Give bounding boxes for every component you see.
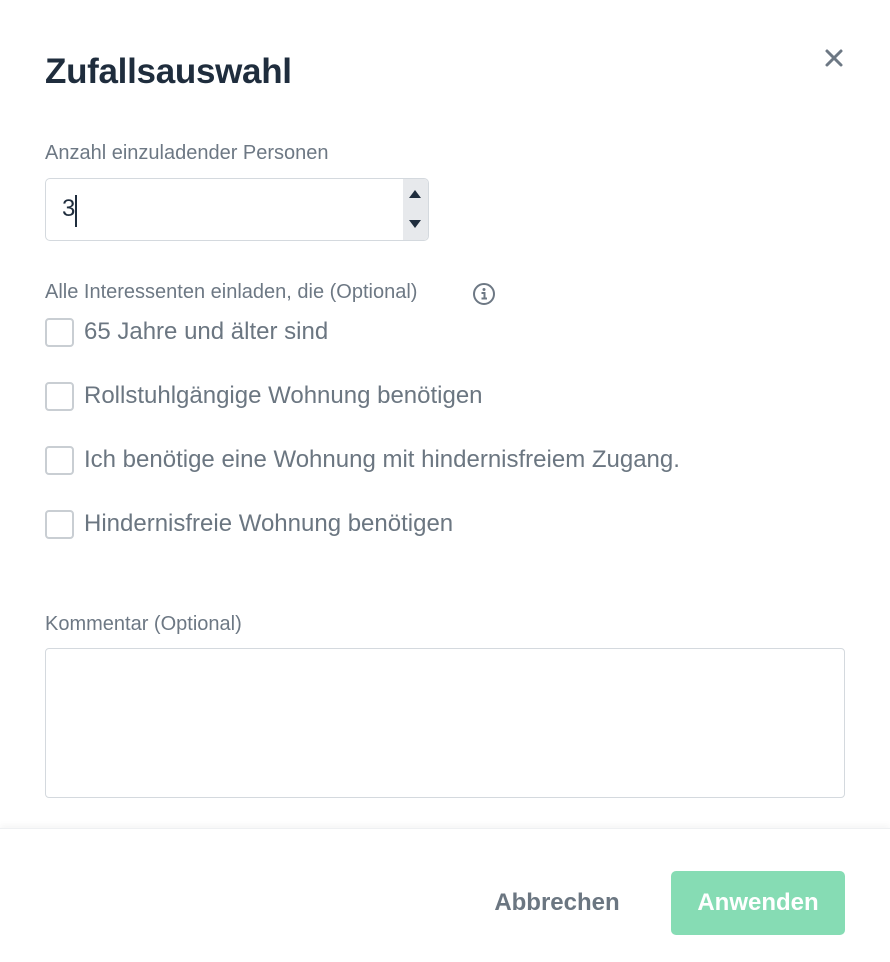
count-value: 3: [62, 195, 76, 222]
checkbox-box[interactable]: [45, 446, 74, 475]
text-cursor: [75, 195, 77, 227]
checkbox-label: Hindernisfreie Wohnung benötigen: [84, 510, 454, 537]
count-stepper[interactable]: [403, 179, 428, 240]
comment-label: Kommentar (Optional): [45, 613, 242, 635]
checkbox-age-65[interactable]: 65 Jahre und älter sind: [45, 318, 365, 348]
checkbox-wheelchair[interactable]: Rollstuhlgängige Wohnung benötigen: [45, 382, 515, 412]
apply-button[interactable]: Anwenden: [671, 871, 845, 935]
checkbox-barrier-free-apartment[interactable]: Hindernisfreie Wohnung benötigen: [45, 510, 495, 540]
decrement-arrow-icon[interactable]: [408, 219, 422, 229]
dialog-title: Zufallsauswahl: [45, 52, 292, 91]
comment-textarea[interactable]: [45, 648, 845, 798]
checkbox-barrier-free-access[interactable]: Ich benötige eine Wohnung mit hindernisf…: [45, 446, 725, 476]
increment-arrow-icon[interactable]: [408, 189, 422, 199]
close-icon: [825, 49, 843, 67]
criteria-label: Alle Interessenten einladen, die (Option…: [45, 281, 418, 303]
checkbox-label: 65 Jahre und älter sind: [84, 318, 329, 345]
dialog-footer: Abbrechen Anwenden: [0, 828, 890, 962]
info-icon[interactable]: [472, 282, 496, 306]
count-input[interactable]: 3: [45, 178, 429, 241]
checkbox-box[interactable]: [45, 382, 74, 411]
cancel-button[interactable]: Abbrechen: [473, 871, 641, 935]
close-button[interactable]: [819, 43, 849, 73]
count-label: Anzahl einzuladender Personen: [45, 142, 329, 164]
random-selection-dialog: Zufallsauswahl Anzahl einzuladender Pers…: [0, 0, 890, 962]
checkbox-label: Ich benötige eine Wohnung mit hindernisf…: [84, 446, 680, 473]
checkbox-label: Rollstuhlgängige Wohnung benötigen: [84, 382, 483, 409]
checkbox-box[interactable]: [45, 510, 74, 539]
checkbox-box[interactable]: [45, 318, 74, 347]
